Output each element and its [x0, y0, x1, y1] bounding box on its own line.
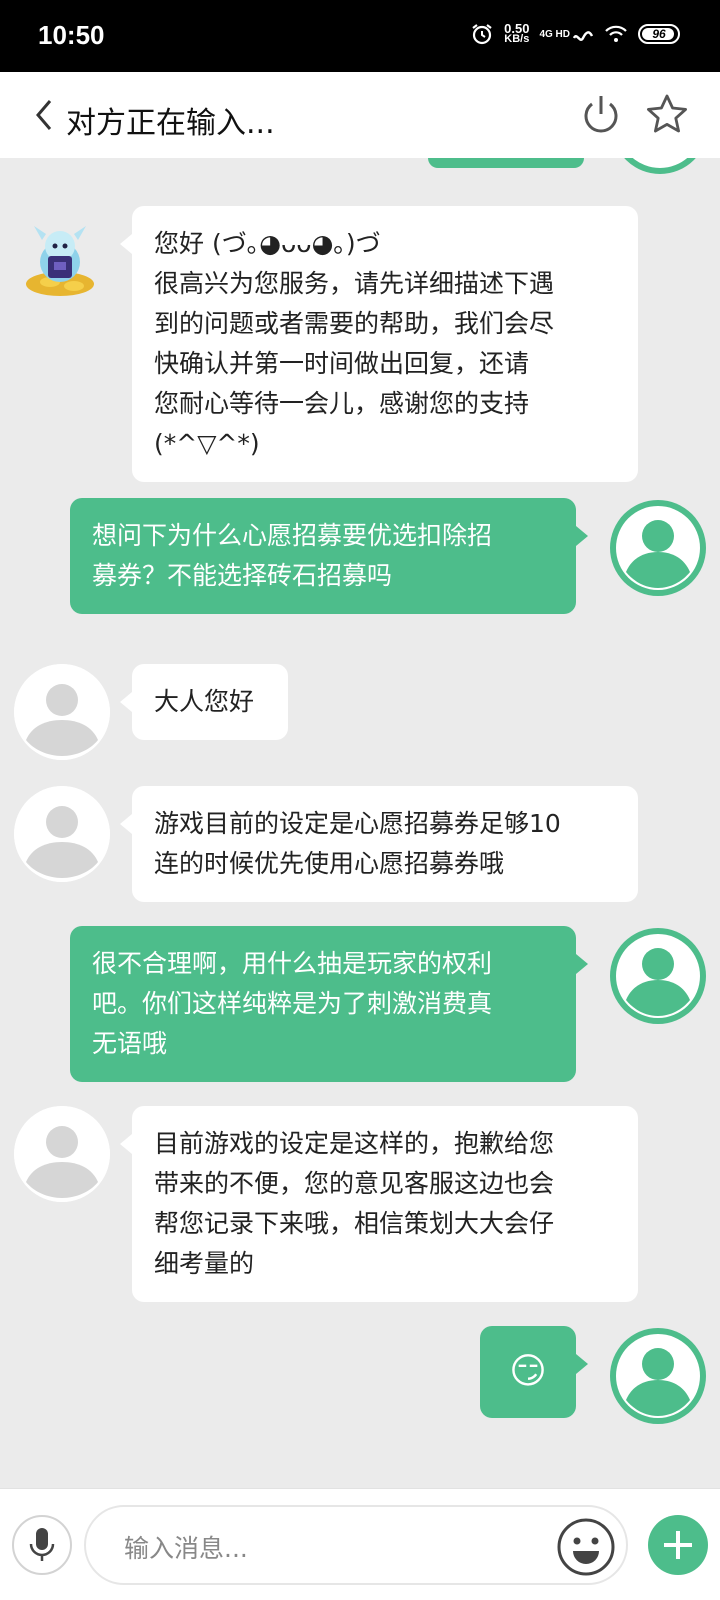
message-bubble-received[interactable]: 您好 (づ｡◕ᴗᴗ◕｡)づ 很高兴为您服务，请先详细描述下遇 到的问题或者需要的… [120, 206, 638, 482]
message-text: 吧。你们这样纯粹是为了刺激消费真 [92, 989, 493, 1018]
user-avatar-icon [616, 506, 700, 590]
message-text: 您好 (づ｡◕ᴗᴗ◕｡)づ [154, 229, 381, 258]
emoji-smirk: 😏 [509, 1351, 547, 1392]
microphone-icon [29, 1528, 55, 1561]
partial-message-bubble [428, 158, 584, 168]
signal-icon [572, 31, 594, 41]
back-button[interactable] [24, 90, 64, 140]
message-bubble-received[interactable]: 游戏目前的设定是心愿招募券足够10 连的时候优先使用心愿招募券哦 [120, 786, 638, 902]
message-text: 带来的不便，您的意见客服这边也会 [154, 1169, 555, 1198]
wifi-icon [605, 25, 627, 42]
chat-list[interactable]: 您好 (づ｡◕ᴗᴗ◕｡)づ 很高兴为您服务，请先详细描述下遇 到的问题或者需要的… [0, 158, 720, 1488]
page-title: 对方正在输入... [66, 106, 275, 141]
chevron-left-icon [36, 100, 52, 130]
agent-avatar[interactable] [14, 1106, 110, 1202]
message-text: 您耐心等待一会儿，感谢您的支持 [154, 389, 530, 418]
agent-avatar[interactable] [14, 786, 110, 882]
agent-avatar-icon [14, 786, 110, 882]
message-bubble-sent[interactable]: 很不合理啊，用什么抽是玩家的权利 吧。你们这样纯粹是为了刺激消费真 无语哦 [70, 926, 588, 1082]
message-text: 很不合理啊，用什么抽是玩家的权利 [92, 949, 493, 978]
message-text: 快确认并第一时间做出回复，还请 [154, 349, 530, 378]
battery-level: 96 [652, 27, 666, 41]
message-text: 无语哦 [92, 1029, 168, 1058]
status-time: 10:50 [38, 20, 105, 50]
message-bubble-sent[interactable]: 想问下为什么心愿招募要优选扣除招 募券？不能选择砖石招募吗 [70, 498, 588, 614]
agent-avatar-icon [14, 664, 110, 760]
message-input-placeholder: 输入消息... [124, 1534, 248, 1563]
message-text: 到的问题或者需要的帮助，我们会尽 [154, 309, 555, 338]
user-avatar[interactable] [610, 1328, 706, 1424]
plus-icon [664, 1531, 692, 1559]
status-bar: 10:50 0.50 KB/s 4G HD 96 [0, 0, 720, 72]
partial-user-avatar [612, 158, 708, 174]
user-avatar-icon [616, 1334, 700, 1418]
alarm-icon [472, 24, 492, 45]
mascot-avatar[interactable] [14, 210, 110, 306]
chat-header: 对方正在输入... [0, 72, 720, 158]
star-icon[interactable] [644, 92, 690, 138]
message-text: 帮您记录下来哦，相信策划大大会仔 [154, 1209, 555, 1238]
signal-label: 4G HD [539, 28, 570, 40]
message-text: 游戏目前的设定是心愿招募券足够10 [154, 809, 561, 838]
message-text: 想问下为什么心愿招募要优选扣除招 [92, 521, 493, 550]
add-button[interactable] [648, 1515, 708, 1575]
message-bubble-received[interactable]: 大人您好 [120, 664, 288, 740]
message-text: 细考量的 [154, 1249, 255, 1278]
user-avatar-icon [616, 934, 700, 1018]
message-input[interactable]: 输入消息... [84, 1505, 628, 1585]
message-text: 很高兴为您服务，请先详细描述下遇 [154, 269, 555, 298]
mascot-icon [26, 226, 94, 296]
message-text: 大人您好 [154, 687, 255, 716]
message-bubble-sent[interactable]: 😏 [480, 1326, 588, 1418]
power-icon[interactable] [578, 92, 624, 138]
net-speed: 0.50 KB/s [504, 22, 530, 45]
user-avatar[interactable] [610, 928, 706, 1024]
emoji-icon[interactable] [556, 1517, 616, 1577]
signal-group: 4G HD [539, 24, 594, 44]
agent-avatar[interactable] [14, 664, 110, 760]
status-icons: 0.50 KB/s 4G HD 96 [470, 22, 680, 46]
input-bar: 输入消息... [0, 1488, 720, 1600]
message-bubble-received[interactable]: 目前游戏的设定是这样的，抱歉给您 带来的不便，您的意见客服这边也会 帮您记录下来… [120, 1106, 638, 1302]
message-text: 募券？不能选择砖石招募吗 [92, 561, 393, 590]
user-avatar[interactable] [610, 500, 706, 596]
message-text: 连的时候优先使用心愿招募券哦 [154, 849, 505, 878]
message-text: 目前游戏的设定是这样的，抱歉给您 [154, 1129, 555, 1158]
agent-avatar-icon [14, 1106, 110, 1202]
net-speed-unit: KB/s [504, 33, 530, 45]
message-text: (*^▽^*) [154, 429, 260, 458]
voice-button[interactable] [12, 1515, 72, 1575]
battery-icon: 96 [638, 24, 680, 44]
